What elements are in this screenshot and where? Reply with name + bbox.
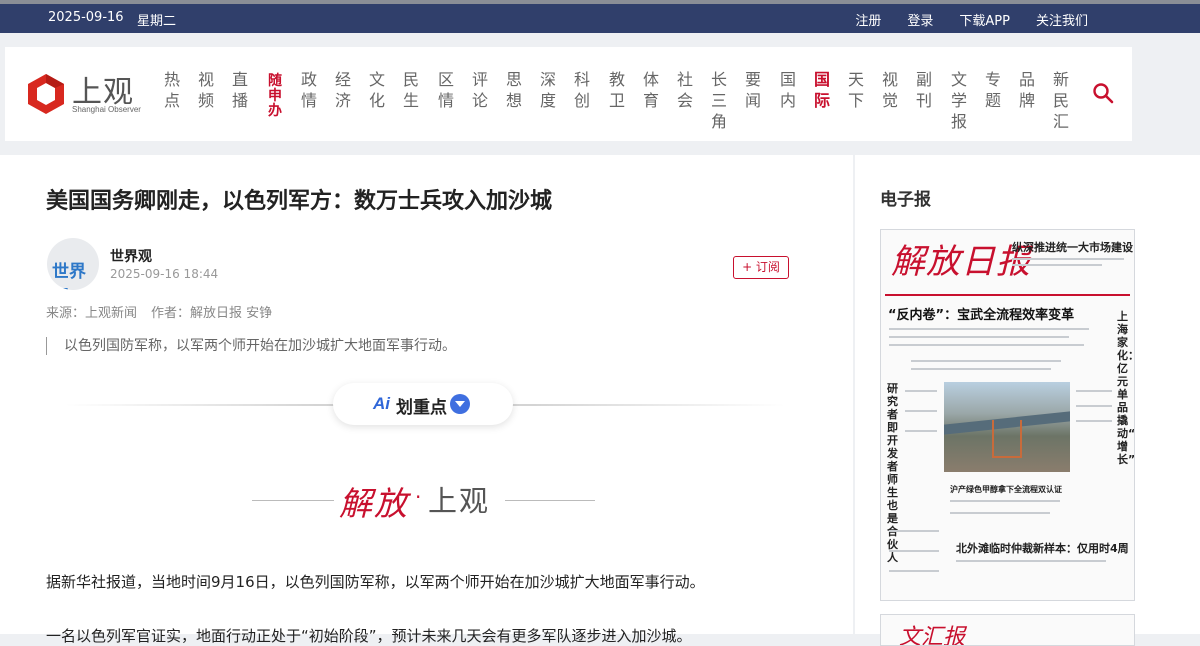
author-name[interactable]: 世界观 xyxy=(110,246,152,266)
source-label: 来源：上观新闻 xyxy=(46,306,138,321)
nav-item[interactable]: 民生 xyxy=(401,69,421,111)
current-weekday: 星期二 xyxy=(137,14,177,29)
epaper-text-line xyxy=(911,368,1051,370)
epaper-vertical-headline: 上海家化：亿元单品撬动“新增长” xyxy=(1117,310,1135,466)
writer-label: 作者：解放日报 安铮 xyxy=(151,306,273,321)
epaper-headline: “反内卷”：宝武全流程效率变革 xyxy=(888,308,1075,323)
nav-item[interactable]: 专题 xyxy=(983,69,1003,111)
publish-date: 2025-09-16 18:44 xyxy=(110,267,219,281)
article-paragraph: 一名以色列军官证实，地面行动正处于“初始阶段”，预计未来几天会有更多军队逐步进入… xyxy=(46,627,692,645)
current-date: 2025-09-16 xyxy=(48,10,124,25)
epaper-text-line xyxy=(889,336,1069,338)
nav-item[interactable]: 直播 xyxy=(230,69,250,111)
nav-item[interactable]: 社会 xyxy=(675,69,695,111)
epaper-text-line xyxy=(905,410,937,412)
nav-item[interactable]: 国内 xyxy=(778,69,798,111)
nav-item[interactable]: 体育 xyxy=(641,69,661,111)
epaper-text-line xyxy=(956,560,1106,562)
register-link[interactable]: 注册 xyxy=(855,10,881,29)
login-link[interactable]: 登录 xyxy=(907,10,933,29)
nav-item[interactable]: 热点 xyxy=(162,69,182,111)
epaper-text-line xyxy=(889,570,939,572)
epaper-text-line xyxy=(889,344,1084,346)
download-app-link[interactable]: 下载APP xyxy=(959,10,1010,29)
epaper-text-line xyxy=(1076,390,1112,392)
nav-item[interactable]: 政情 xyxy=(299,69,319,111)
nav-item[interactable]: 新民汇 xyxy=(1051,69,1071,132)
chevron-down-icon xyxy=(450,394,470,414)
brand-logo-jiefang: 解放 xyxy=(339,484,409,523)
epaper-text-line xyxy=(889,530,939,532)
epaper-text-line xyxy=(1076,405,1112,407)
ai-highlight-label: 划重点 xyxy=(396,398,447,418)
nav-item[interactable]: 思想 xyxy=(504,69,524,111)
epaper-text-line xyxy=(905,390,937,392)
nav-item[interactable]: 教卫 xyxy=(607,69,627,111)
epaper-headline: 沪产绿色甲醇拿下全流程双认证 xyxy=(950,485,1062,494)
sidebar: 电子报 解放日报 纵深推进统一大市场建设 “反内卷”：宝武全流程效率变革 上海家… xyxy=(855,155,1200,646)
epaper-text-line xyxy=(1012,264,1102,266)
epaper-text-line xyxy=(905,430,937,432)
nav-item[interactable]: 经济 xyxy=(333,69,353,111)
nav-item[interactable]: 视觉 xyxy=(880,69,900,111)
nav-item[interactable]: 长三角 xyxy=(709,69,729,132)
epaper-masthead: 解放日报 xyxy=(891,242,1031,282)
avatar-text: 世界观 xyxy=(52,262,86,290)
nav-item[interactable]: 品牌 xyxy=(1017,69,1037,111)
epaper-text-line xyxy=(889,550,939,552)
epaper-thumbnail[interactable]: 解放日报 纵深推进统一大市场建设 “反内卷”：宝武全流程效率变革 上海家化：亿元… xyxy=(880,229,1135,601)
site-header: 上观 Shanghai Observer 热点 视频 直播 随申办 政情 经济 文化 民生 区情… xyxy=(5,47,1132,141)
nav-item[interactable]: 区情 xyxy=(436,69,456,111)
top-bar: 2025-09-16 星期二 注册 登录 下载APP 关注我们 xyxy=(0,4,1200,33)
brand-logo-shangguan: 上观 xyxy=(428,484,491,518)
nav-item[interactable]: 随申办 xyxy=(265,74,285,119)
nav-item[interactable]: 天下 xyxy=(846,69,866,111)
follow-us-link[interactable]: 关注我们 xyxy=(1036,10,1088,29)
epaper-text-line xyxy=(1076,420,1112,422)
divider xyxy=(505,500,595,501)
article-paragraph: 据新华社报道，当地时间9月16日，以色列国防军称，以军两个师开始在加沙城扩大地面… xyxy=(46,573,705,591)
epaper-photo xyxy=(944,382,1070,472)
nav-item[interactable]: 国际 xyxy=(812,69,832,111)
nav-item[interactable]: 副刊 xyxy=(914,69,934,111)
nav-item[interactable]: 视频 xyxy=(196,69,216,111)
epaper-rule xyxy=(885,294,1130,296)
nav-item[interactable]: 文学报 xyxy=(949,69,969,132)
article-summary: 以色列国防军称，以军两个师开始在加沙城扩大地面军事行动。 xyxy=(46,337,456,355)
nav-item[interactable]: 科创 xyxy=(572,69,592,111)
ai-highlight-button[interactable]: Ai 划重点 xyxy=(333,383,513,425)
epaper-text-line xyxy=(889,328,1089,330)
article-main: 美国国务卿刚走，以色列军方：数万士兵攻入加沙城 世界观 世界观 2025-09-… xyxy=(0,155,853,645)
nav-item[interactable]: 深度 xyxy=(538,69,558,111)
epaper-text-line xyxy=(950,500,1060,502)
author-avatar[interactable]: 世界观 xyxy=(47,238,99,290)
nav-item[interactable]: 要闻 xyxy=(743,69,763,111)
brand-logo-dot: · xyxy=(415,485,422,509)
epaper2-masthead: 文汇报 xyxy=(899,625,966,646)
nav-item[interactable]: 文化 xyxy=(367,69,387,111)
site-logo[interactable]: 上观 Shanghai Observer xyxy=(25,71,147,119)
epaper-headline: 纵深推进统一大市场建设 xyxy=(1012,241,1133,254)
epaper-text-line xyxy=(911,360,1061,362)
logo-mark-icon xyxy=(28,74,64,114)
ai-logo-icon: Ai xyxy=(373,394,390,413)
article-source: 来源：上观新闻 作者：解放日报 安铮 xyxy=(46,302,272,321)
sidebar-title: 电子报 xyxy=(880,190,931,210)
article-title: 美国国务卿刚走，以色列军方：数万士兵攻入加沙城 xyxy=(46,189,553,214)
top-links: 注册 登录 下载APP 关注我们 xyxy=(829,10,1088,29)
epaper-headline: 北外滩临时仲裁新样本：仅用时4周 xyxy=(956,542,1129,555)
epaper-thumbnail-2[interactable]: 文汇报 xyxy=(880,614,1135,646)
logo-subtext: Shanghai Observer xyxy=(72,105,141,114)
search-icon[interactable] xyxy=(1092,82,1114,104)
subscribe-button[interactable]: + 订阅 xyxy=(733,256,789,279)
epaper-text-line xyxy=(1012,258,1124,260)
divider xyxy=(252,500,334,501)
nav-item[interactable]: 评论 xyxy=(470,69,490,111)
epaper-text-line xyxy=(950,512,1050,514)
epaper-vertical-headline: 研究者即开发者 师生也是合伙人 xyxy=(887,382,898,564)
